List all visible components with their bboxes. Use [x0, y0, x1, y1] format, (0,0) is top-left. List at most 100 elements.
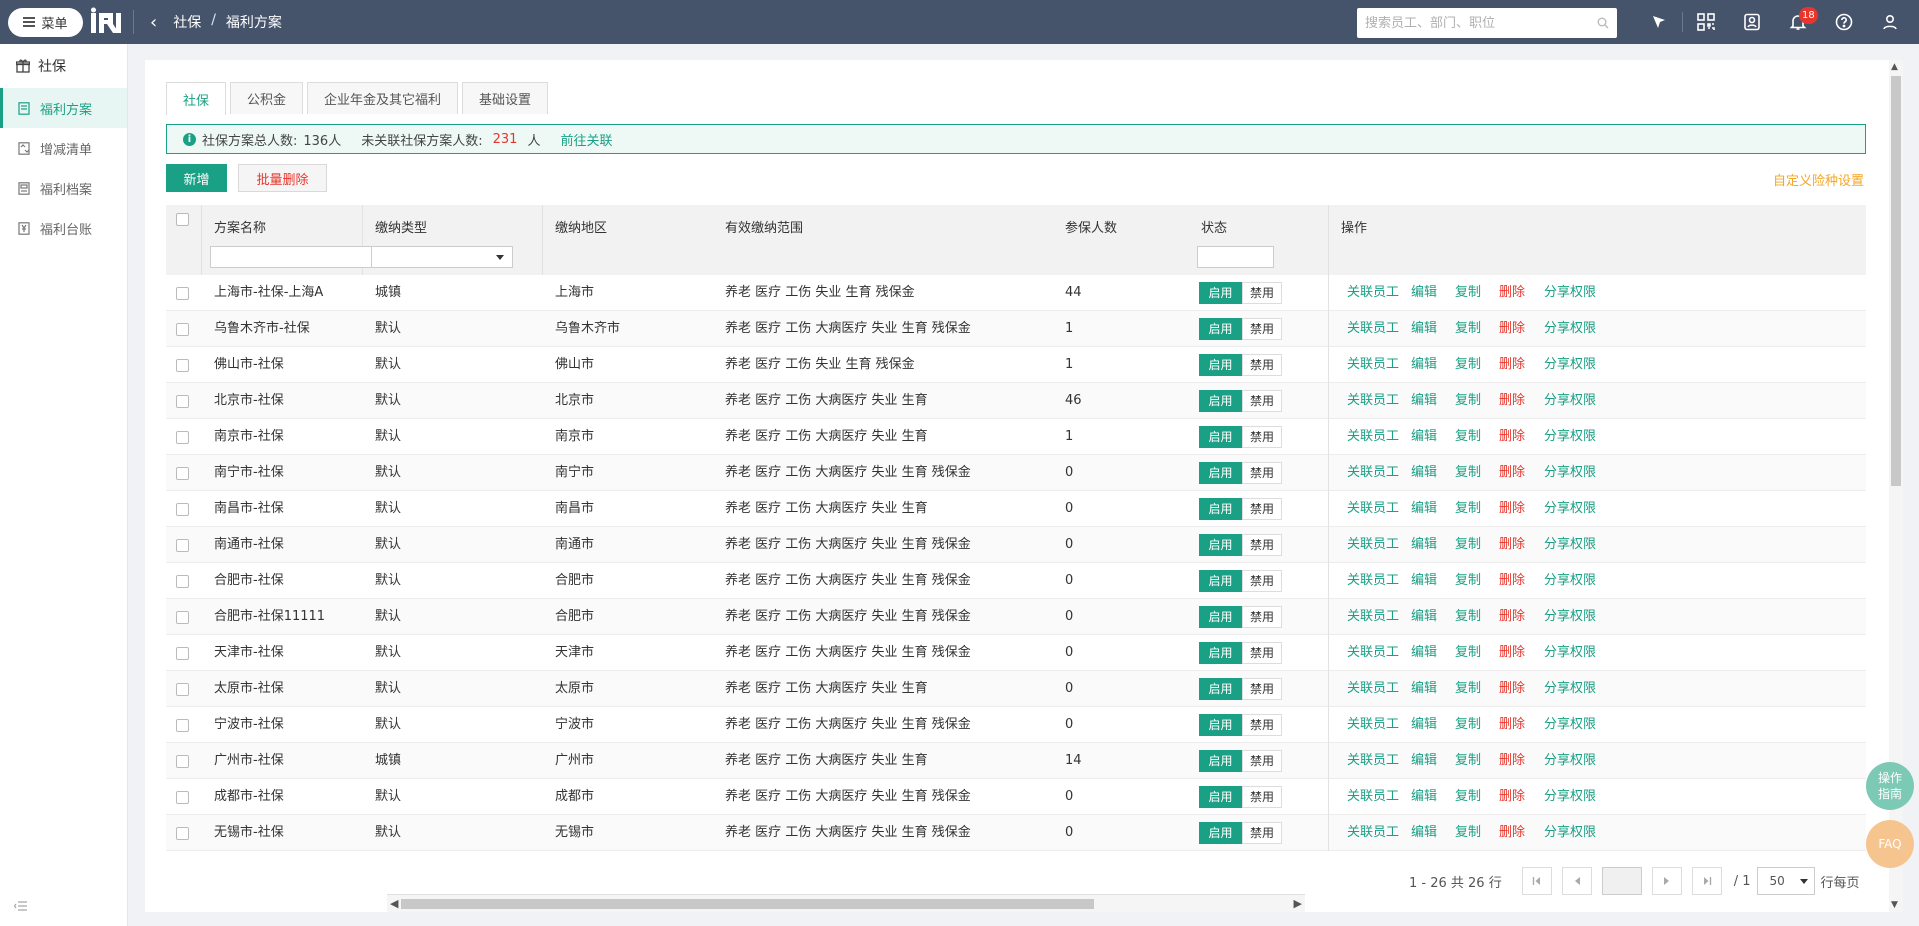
disable-button[interactable]: 禁用 — [1242, 497, 1282, 520]
delete-button[interactable]: 删除 — [1499, 383, 1525, 419]
delete-button[interactable]: 删除 — [1499, 815, 1525, 851]
delete-button[interactable]: 删除 — [1499, 455, 1525, 491]
enable-button[interactable]: 启用 — [1199, 821, 1242, 844]
enable-button[interactable]: 启用 — [1199, 281, 1242, 304]
edit-button[interactable]: 编辑 — [1411, 563, 1437, 599]
row-checkbox[interactable] — [176, 502, 189, 516]
disable-button[interactable]: 禁用 — [1242, 749, 1282, 772]
horizontal-scrollbar[interactable]: ◀ ▶ — [387, 894, 1305, 912]
edit-button[interactable]: 编辑 — [1411, 635, 1437, 671]
edit-button[interactable]: 编辑 — [1411, 419, 1437, 455]
copy-button[interactable]: 复制 — [1455, 491, 1481, 527]
enable-button[interactable]: 启用 — [1199, 425, 1242, 448]
share-permission-button[interactable]: 分享权限 — [1544, 275, 1596, 311]
disable-button[interactable]: 禁用 — [1242, 461, 1282, 484]
sidebar-item-change-list[interactable]: 增减清单 — [0, 128, 127, 168]
copy-button[interactable]: 复制 — [1455, 671, 1481, 707]
share-permission-button[interactable]: 分享权限 — [1544, 671, 1596, 707]
disable-button[interactable]: 禁用 — [1242, 569, 1282, 592]
copy-button[interactable]: 复制 — [1455, 455, 1481, 491]
sidebar-group-social-security[interactable]: 社保 — [0, 44, 127, 88]
enable-button[interactable]: 启用 — [1199, 533, 1242, 556]
enable-button[interactable]: 启用 — [1199, 749, 1242, 772]
share-permission-button[interactable]: 分享权限 — [1544, 383, 1596, 419]
search-input[interactable] — [1365, 15, 1597, 31]
row-checkbox[interactable] — [176, 646, 189, 660]
user-icon[interactable] — [1867, 0, 1913, 44]
page-number-input[interactable] — [1601, 867, 1642, 895]
tab-social-security[interactable]: 社保 — [166, 82, 227, 115]
link-employees-button[interactable]: 关联员工 — [1347, 563, 1399, 599]
edit-button[interactable]: 编辑 — [1411, 743, 1437, 779]
copy-button[interactable]: 复制 — [1455, 779, 1481, 815]
enable-button[interactable]: 启用 — [1199, 641, 1242, 664]
enable-button[interactable]: 启用 — [1199, 605, 1242, 628]
select-all-checkbox[interactable] — [176, 213, 189, 226]
link-employees-button[interactable]: 关联员工 — [1347, 707, 1399, 743]
batch-delete-button[interactable]: 批量删除 — [238, 164, 327, 192]
disable-button[interactable]: 禁用 — [1242, 605, 1282, 628]
link-employees-button[interactable]: 关联员工 — [1347, 455, 1399, 491]
disable-button[interactable]: 禁用 — [1242, 677, 1282, 700]
edit-button[interactable]: 编辑 — [1411, 491, 1437, 527]
copy-button[interactable]: 复制 — [1455, 743, 1481, 779]
disable-button[interactable]: 禁用 — [1242, 785, 1282, 808]
copy-button[interactable]: 复制 — [1455, 419, 1481, 455]
row-checkbox[interactable] — [176, 358, 189, 372]
edit-button[interactable]: 编辑 — [1411, 275, 1437, 311]
menu-button[interactable]: 菜单 — [8, 7, 83, 37]
share-permission-button[interactable]: 分享权限 — [1544, 599, 1596, 635]
enable-button[interactable]: 启用 — [1199, 677, 1242, 700]
edit-button[interactable]: 编辑 — [1411, 347, 1437, 383]
pin-icon[interactable] — [1636, 0, 1682, 44]
row-checkbox[interactable] — [176, 322, 189, 336]
delete-button[interactable]: 删除 — [1499, 779, 1525, 815]
edit-button[interactable]: 编辑 — [1411, 779, 1437, 815]
share-permission-button[interactable]: 分享权限 — [1544, 635, 1596, 671]
delete-button[interactable]: 删除 — [1499, 671, 1525, 707]
row-checkbox[interactable] — [176, 790, 189, 804]
scroll-down-icon[interactable]: ▼ — [1891, 900, 1898, 910]
copy-button[interactable]: 复制 — [1455, 275, 1481, 311]
logo-icon[interactable] — [89, 6, 125, 38]
link-employees-button[interactable]: 关联员工 — [1347, 635, 1399, 671]
row-checkbox[interactable] — [176, 430, 189, 444]
custom-insurance-settings-link[interactable]: 自定义险种设置 — [1773, 170, 1864, 189]
disable-button[interactable]: 禁用 — [1242, 533, 1282, 556]
link-employees-button[interactable]: 关联员工 — [1347, 347, 1399, 383]
link-employees-button[interactable]: 关联员工 — [1347, 599, 1399, 635]
share-permission-button[interactable]: 分享权限 — [1544, 347, 1596, 383]
row-checkbox[interactable] — [176, 466, 189, 480]
copy-button[interactable]: 复制 — [1455, 311, 1481, 347]
row-checkbox[interactable] — [176, 610, 189, 624]
copy-button[interactable]: 复制 — [1455, 599, 1481, 635]
delete-button[interactable]: 删除 — [1499, 635, 1525, 671]
tab-housing-fund[interactable]: 公积金 — [230, 82, 304, 114]
row-checkbox[interactable] — [176, 718, 189, 732]
disable-button[interactable]: 禁用 — [1242, 353, 1282, 376]
breadcrumb-item[interactable]: 社保 — [173, 12, 201, 32]
last-page-icon[interactable] — [1691, 867, 1722, 895]
enable-button[interactable]: 启用 — [1199, 785, 1242, 808]
link-employees-button[interactable]: 关联员工 — [1347, 311, 1399, 347]
link-employees-button[interactable]: 关联员工 — [1347, 527, 1399, 563]
copy-button[interactable]: 复制 — [1455, 347, 1481, 383]
link-employees-button[interactable]: 关联员工 — [1347, 275, 1399, 311]
share-permission-button[interactable]: 分享权限 — [1544, 707, 1596, 743]
delete-button[interactable]: 删除 — [1499, 707, 1525, 743]
notification-bell-icon[interactable]: 18 — [1775, 0, 1821, 44]
row-checkbox[interactable] — [176, 394, 189, 408]
enable-button[interactable]: 启用 — [1199, 389, 1242, 412]
search-icon[interactable] — [1597, 17, 1609, 29]
disable-button[interactable]: 禁用 — [1242, 389, 1282, 412]
delete-button[interactable]: 删除 — [1499, 563, 1525, 599]
next-page-icon[interactable] — [1651, 867, 1682, 895]
sidebar-item-benefit-plan[interactable]: 福利方案 — [0, 88, 127, 128]
row-checkbox[interactable] — [176, 682, 189, 696]
delete-button[interactable]: 删除 — [1499, 743, 1525, 779]
disable-button[interactable]: 禁用 — [1242, 281, 1282, 304]
scroll-right-icon[interactable]: ▶ — [1294, 897, 1302, 910]
type-filter-select[interactable] — [371, 246, 513, 268]
help-icon[interactable] — [1821, 0, 1867, 44]
delete-button[interactable]: 删除 — [1499, 491, 1525, 527]
